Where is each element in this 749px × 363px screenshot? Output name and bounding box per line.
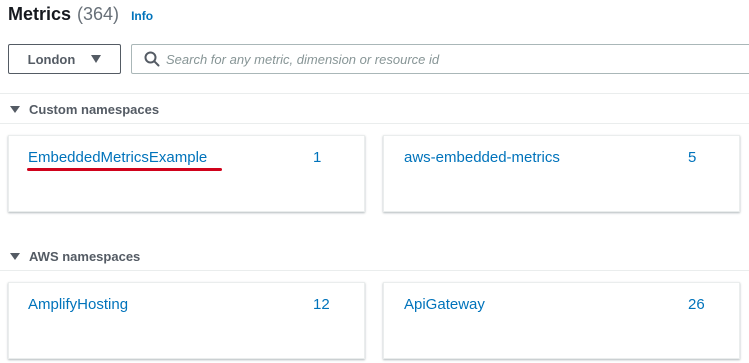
namespace-link[interactable]: aws-embedded-metrics <box>404 149 560 166</box>
namespace-card: ApiGateway 26 <box>383 282 740 359</box>
custom-namespaces-toggle[interactable]: Custom namespaces <box>10 102 159 117</box>
toolbar: London <box>8 44 749 74</box>
expand-triangle-icon <box>10 106 20 113</box>
namespace-card: EmbeddedMetricsExample 1 <box>8 135 365 212</box>
namespace-card: AmplifyHosting 12 <box>8 282 365 359</box>
section-label: AWS namespaces <box>29 249 141 264</box>
search-input[interactable] <box>166 51 726 67</box>
expand-triangle-icon <box>10 253 20 260</box>
region-label: London <box>27 51 76 67</box>
search-box[interactable] <box>131 44 749 74</box>
page-title: Metrics <box>8 4 72 24</box>
divider <box>0 93 749 94</box>
namespace-link[interactable]: EmbeddedMetricsExample <box>28 149 207 166</box>
divider <box>0 270 749 271</box>
info-link[interactable]: Info <box>131 9 153 23</box>
namespace-metric-count: 1 <box>313 149 322 166</box>
namespace-link[interactable]: ApiGateway <box>404 296 485 313</box>
caret-down-icon <box>91 55 102 63</box>
divider <box>0 123 749 124</box>
section-label: Custom namespaces <box>29 102 160 117</box>
aws-namespaces-toggle[interactable]: AWS namespaces <box>10 249 140 264</box>
namespace-link[interactable]: AmplifyHosting <box>28 296 128 313</box>
search-icon <box>138 45 166 73</box>
namespace-metric-count: 12 <box>313 296 330 313</box>
page-header: Metrics (364) Info <box>8 4 153 30</box>
red-underline-annotation <box>27 168 222 171</box>
region-dropdown[interactable]: London <box>8 44 121 74</box>
metrics-count: (364) <box>77 4 120 24</box>
namespace-metric-count: 5 <box>688 149 697 166</box>
namespace-card: aws-embedded-metrics 5 <box>383 135 740 212</box>
namespace-metric-count: 26 <box>688 296 705 313</box>
